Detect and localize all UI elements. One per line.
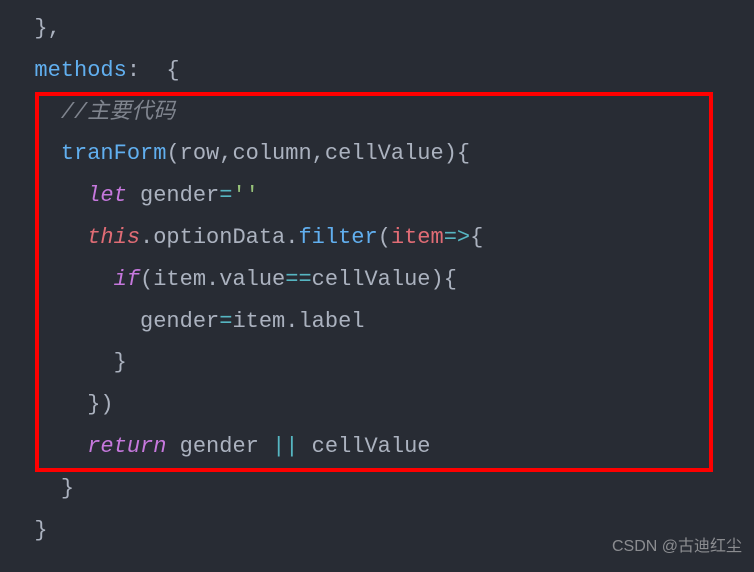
code-line: } bbox=[8, 468, 754, 510]
code-line: tranForm(row,column,cellValue){ bbox=[8, 133, 754, 175]
param: row bbox=[180, 141, 220, 166]
code-line: this.optionData.filter(item=>{ bbox=[8, 217, 754, 259]
token: }, bbox=[8, 16, 61, 41]
code-block: }, methods: { //主要代码 tranForm(row,column… bbox=[0, 8, 754, 551]
code-line: gender=item.label bbox=[8, 301, 754, 343]
variable: item bbox=[232, 309, 285, 334]
property-name: methods bbox=[34, 58, 126, 83]
property: value bbox=[219, 267, 285, 292]
variable: gender bbox=[140, 309, 219, 334]
code-line: if(item.value==cellValue){ bbox=[8, 259, 754, 301]
param: column bbox=[232, 141, 311, 166]
variable: cellValue bbox=[312, 434, 431, 459]
keyword: if bbox=[114, 267, 140, 292]
comment: //主要代码 bbox=[61, 100, 175, 125]
variable: gender bbox=[180, 434, 259, 459]
variable: gender bbox=[140, 183, 219, 208]
keyword: let bbox=[87, 183, 127, 208]
method-call: filter bbox=[298, 225, 377, 250]
variable: item bbox=[153, 267, 206, 292]
property: optionData bbox=[153, 225, 285, 250]
property: label bbox=[298, 309, 364, 334]
keyword: return bbox=[87, 434, 166, 459]
watermark: CSDN @古迪红尘 bbox=[612, 532, 742, 562]
string: '' bbox=[232, 183, 258, 208]
code-line: //主要代码 bbox=[8, 92, 754, 134]
variable: cellValue bbox=[312, 267, 431, 292]
code-line: }, bbox=[8, 8, 754, 50]
code-line: }) bbox=[8, 384, 754, 426]
param: item bbox=[391, 225, 444, 250]
operator: || bbox=[272, 434, 298, 459]
code-line: methods: { bbox=[8, 50, 754, 92]
code-line: } bbox=[8, 342, 754, 384]
keyword-this: this bbox=[87, 225, 140, 250]
code-line: return gender || cellValue bbox=[8, 426, 754, 468]
code-line: let gender='' bbox=[8, 175, 754, 217]
param: cellValue bbox=[325, 141, 444, 166]
function-name: tranForm bbox=[61, 141, 167, 166]
